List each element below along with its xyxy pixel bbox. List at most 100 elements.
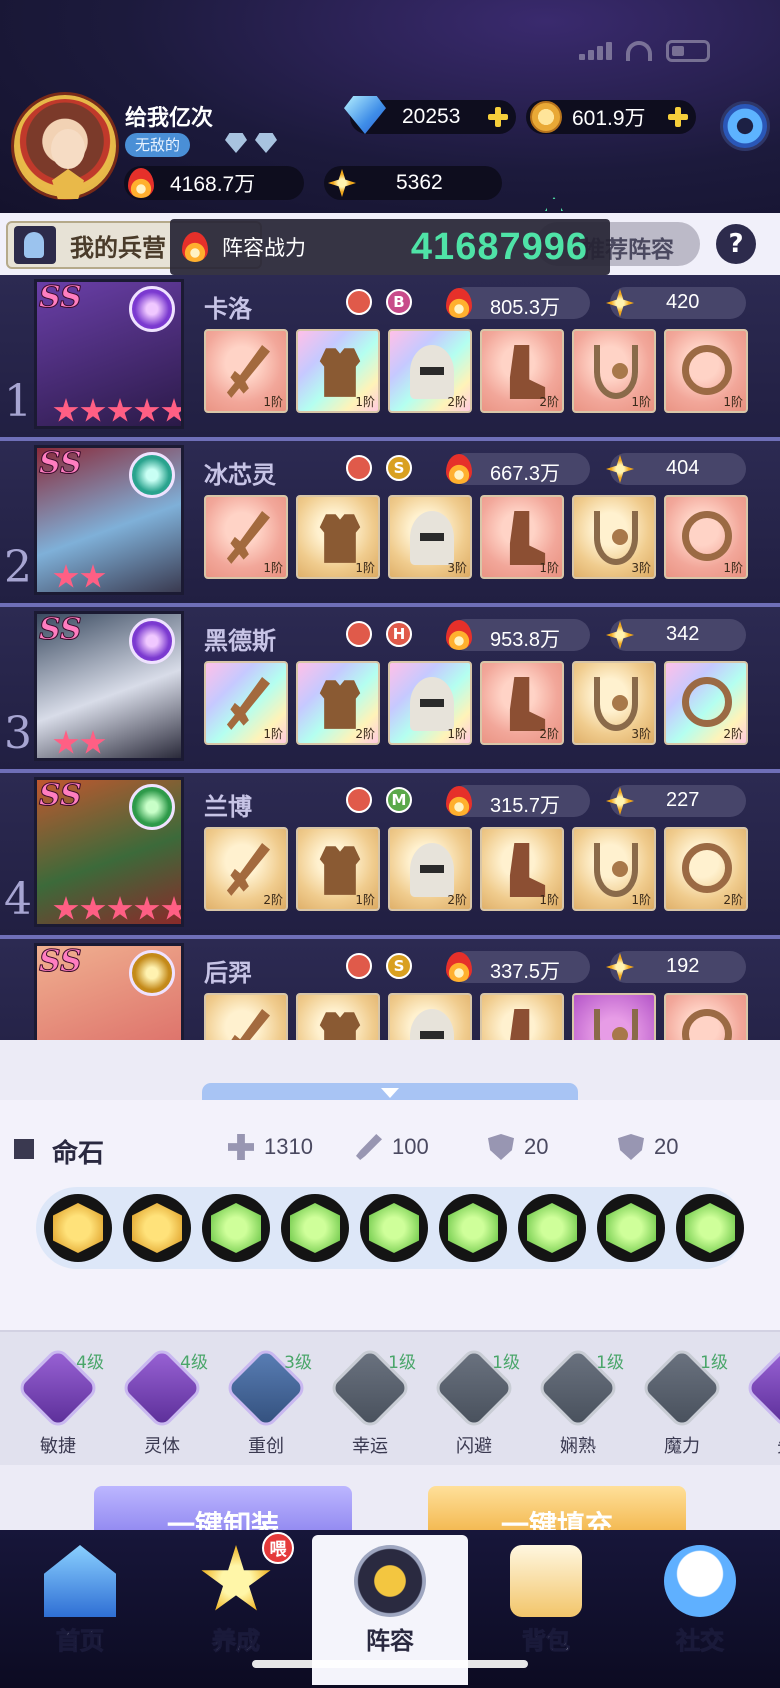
fate-stone-slot[interactable] xyxy=(597,1194,665,1262)
equipment-slot[interactable] xyxy=(388,993,472,1040)
player-title-badge[interactable]: 无敌的 xyxy=(125,133,191,157)
equipment-slot[interactable]: 2阶 xyxy=(388,329,472,413)
equipment-slot[interactable] xyxy=(572,993,656,1040)
equipment-slot[interactable]: 2阶 xyxy=(388,827,472,911)
nav-home[interactable]: 首页 xyxy=(2,1535,158,1685)
skill-item[interactable]: 先 xyxy=(743,1345,780,1458)
star-counter: 5362 xyxy=(324,166,502,200)
skill-item[interactable]: 1级 幸运 xyxy=(327,1345,416,1458)
help-button[interactable]: ? xyxy=(716,224,756,264)
rating-star-icon xyxy=(134,398,160,422)
slot-number: 3 xyxy=(4,708,32,759)
fate-stone-row xyxy=(36,1187,744,1269)
hero-row[interactable]: 2 SS 冰芯灵 S 667.3万 404 1阶 1阶 3阶 1阶 3阶 1阶 xyxy=(0,441,780,607)
equipment-slot[interactable]: 3阶 xyxy=(572,661,656,745)
equipment-slot[interactable]: 1阶 xyxy=(480,495,564,579)
hero-stars: 404 xyxy=(606,453,746,485)
equipment-slot[interactable]: 1阶 xyxy=(296,827,380,911)
equipment-slot[interactable]: 3阶 xyxy=(572,495,656,579)
faction-icon xyxy=(129,618,175,664)
hero-row[interactable]: 3 SS 黑德斯 H 953.8万 342 1阶 2阶 1阶 2阶 3阶 2阶 xyxy=(0,607,780,773)
skill-item[interactable]: 1级 闪避 xyxy=(431,1345,520,1458)
equipment-slot[interactable]: 2阶 xyxy=(296,661,380,745)
settings-gear-icon[interactable] xyxy=(720,101,770,151)
hero-power-value: 667.3万 xyxy=(490,463,561,485)
skill-item[interactable]: 3级 重创 xyxy=(223,1345,312,1458)
equipment-slot[interactable]: 1阶 xyxy=(572,329,656,413)
equipment-slot[interactable]: 2阶 xyxy=(204,827,288,911)
hero-row[interactable]: SS 后羿 S 337.5万 192 xyxy=(0,939,780,1040)
sword-icon xyxy=(226,345,270,398)
armor-icon xyxy=(319,846,361,895)
equipment-slot[interactable]: 1阶 xyxy=(572,827,656,911)
fate-stone-slot[interactable] xyxy=(676,1194,744,1262)
barracks-label: 我的兵营 xyxy=(70,233,166,262)
hero-portrait[interactable]: SS xyxy=(34,777,184,927)
equipment-slot[interactable]: 1阶 xyxy=(204,495,288,579)
equipment-slot[interactable]: 2阶 xyxy=(664,661,748,745)
skill-name: 闪避 xyxy=(456,1436,492,1457)
fate-stone-slot[interactable] xyxy=(360,1194,428,1262)
class-icon xyxy=(346,289,372,315)
skill-item[interactable]: 4级 敏捷 xyxy=(15,1345,104,1458)
star-value: 5362 xyxy=(396,171,443,194)
equipment-slot[interactable]: 2阶 xyxy=(480,661,564,745)
player-avatar[interactable] xyxy=(14,95,116,199)
equipment-slot[interactable]: 1阶 xyxy=(664,329,748,413)
skill-item[interactable]: 1级 魔力 xyxy=(639,1345,728,1458)
skill-level: 4级 xyxy=(76,1353,104,1373)
slot-number: 4 xyxy=(4,874,32,925)
equipment-slot[interactable]: 1阶 xyxy=(480,827,564,911)
fate-stone-slot[interactable] xyxy=(44,1194,112,1262)
equipment-level: 1阶 xyxy=(263,727,283,741)
power-fire-icon xyxy=(182,232,208,262)
amulet-icon xyxy=(594,511,638,565)
hero-star-value: 192 xyxy=(666,955,700,977)
equipment-slot[interactable]: 1阶 xyxy=(388,661,472,745)
grade-badge: S xyxy=(386,455,412,481)
star-icon xyxy=(606,787,634,815)
section-marker xyxy=(14,1139,34,1159)
collapse-handle[interactable] xyxy=(202,1083,578,1101)
add-gold-button[interactable] xyxy=(666,105,690,129)
fate-stone-slot[interactable] xyxy=(123,1194,191,1262)
person-icon xyxy=(14,226,56,264)
nav-social[interactable]: 社交 xyxy=(622,1535,778,1685)
hero-row[interactable]: 4 SS 兰博 M 315.7万 227 2阶 1阶 2阶 1阶 1阶 2阶 xyxy=(0,773,780,939)
equipment-slot[interactable] xyxy=(480,993,564,1040)
equipment-slot[interactable]: 2阶 xyxy=(480,329,564,413)
armor-icon xyxy=(319,1012,361,1040)
hero-portrait[interactable]: SS xyxy=(34,611,184,761)
skill-item[interactable]: 1级 娴熟 xyxy=(535,1345,624,1458)
equipment-slot[interactable]: 1阶 xyxy=(664,495,748,579)
equipment-slot[interactable] xyxy=(664,993,748,1040)
equipment-slot[interactable]: 1阶 xyxy=(204,329,288,413)
fate-stone-slot[interactable] xyxy=(439,1194,507,1262)
fill-all-button[interactable]: 一键填充 xyxy=(428,1486,686,1542)
gold-counter: 601.9万 xyxy=(526,100,696,134)
skill-item[interactable]: 4级 灵体 xyxy=(119,1345,208,1458)
power-fire-icon xyxy=(128,168,154,198)
fate-stone-slot[interactable] xyxy=(518,1194,586,1262)
add-diamond-button[interactable] xyxy=(486,105,510,129)
boot-icon xyxy=(509,511,546,565)
fate-stone-slot[interactable] xyxy=(281,1194,349,1262)
hero-portrait[interactable]: SS xyxy=(34,943,184,1040)
equipment-slot[interactable]: 1阶 xyxy=(204,661,288,745)
equipment-slot[interactable] xyxy=(204,993,288,1040)
hero-portrait[interactable]: SS xyxy=(34,279,184,429)
equipment-slot[interactable]: 1阶 xyxy=(296,329,380,413)
unequip-all-button[interactable]: 一键卸装 xyxy=(94,1486,352,1542)
equipment-slot[interactable]: 1阶 xyxy=(296,495,380,579)
hero-portrait[interactable]: SS xyxy=(34,445,184,595)
equipment-slot[interactable]: 2阶 xyxy=(664,827,748,911)
hero-power-value: 953.8万 xyxy=(490,629,561,651)
equipment-slot[interactable] xyxy=(296,993,380,1040)
fate-stone-slot[interactable] xyxy=(202,1194,270,1262)
equipment-slot[interactable]: 3阶 xyxy=(388,495,472,579)
hero-power: 805.3万 xyxy=(446,287,590,319)
rating-star-icon xyxy=(53,398,79,422)
hero-row[interactable]: 1 SS 卡洛 B 805.3万 420 1阶 1阶 2阶 2阶 1阶 1阶 xyxy=(0,275,780,441)
equipment-row: 2阶 1阶 2阶 1阶 1阶 2阶 xyxy=(204,827,748,911)
equipment-level: 1阶 xyxy=(263,395,283,409)
